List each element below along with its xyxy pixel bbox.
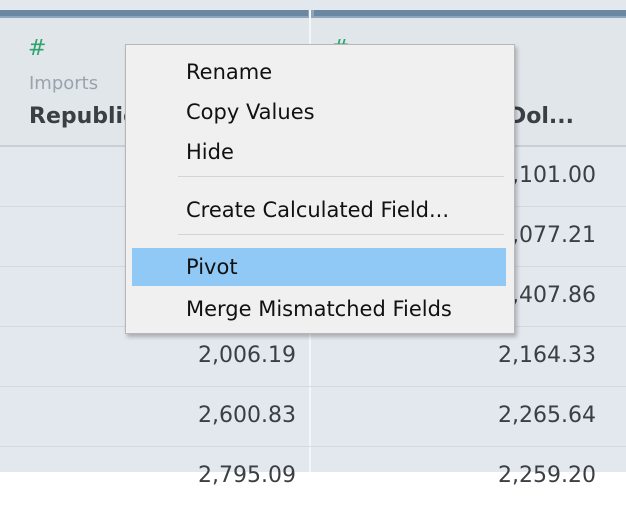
menu-item-create-calculated-field[interactable]: Create Calculated Field... — [132, 191, 506, 229]
menu-separator — [178, 234, 504, 235]
table-row: 2,795.09 2,259.20 — [0, 447, 626, 507]
column-header-strip — [0, 10, 626, 18]
column-strip-segment — [314, 10, 626, 16]
table-cell: ,101.00 — [512, 163, 596, 188]
column-header-dollars[interactable]: Dol... — [508, 104, 574, 129]
table-row: 2,006.19 2,164.33 — [0, 327, 626, 387]
menu-item-pivot[interactable]: Pivot — [132, 248, 506, 286]
field-source-label: Imports — [29, 73, 99, 94]
table-cell: 2,006.19 — [198, 343, 296, 368]
table-cell: 2,600.83 — [198, 403, 296, 428]
table-cell: 2,259.20 — [498, 463, 596, 488]
menu-item-hide[interactable]: Hide — [132, 133, 506, 171]
menu-item-copy-values[interactable]: Copy Values — [132, 93, 506, 131]
column-strip-segment — [0, 10, 308, 16]
column-header-republic[interactable]: Republic — [29, 104, 136, 129]
table-row: 2,600.83 2,265.64 — [0, 387, 626, 447]
menu-separator — [178, 176, 504, 177]
menu-item-rename[interactable]: Rename — [132, 53, 506, 91]
table-cell: 2,265.64 — [498, 403, 596, 428]
menu-item-merge-mismatched-fields[interactable]: Merge Mismatched Fields — [132, 290, 506, 328]
table-cell: ,407.86 — [512, 283, 596, 308]
table-cell: 2,795.09 — [198, 463, 296, 488]
table-cell: 2,164.33 — [498, 343, 596, 368]
number-type-icon[interactable]: # — [28, 38, 46, 60]
table-cell: ,077.21 — [512, 223, 596, 248]
column-context-menu: Rename Copy Values Hide Create Calculate… — [125, 44, 515, 334]
